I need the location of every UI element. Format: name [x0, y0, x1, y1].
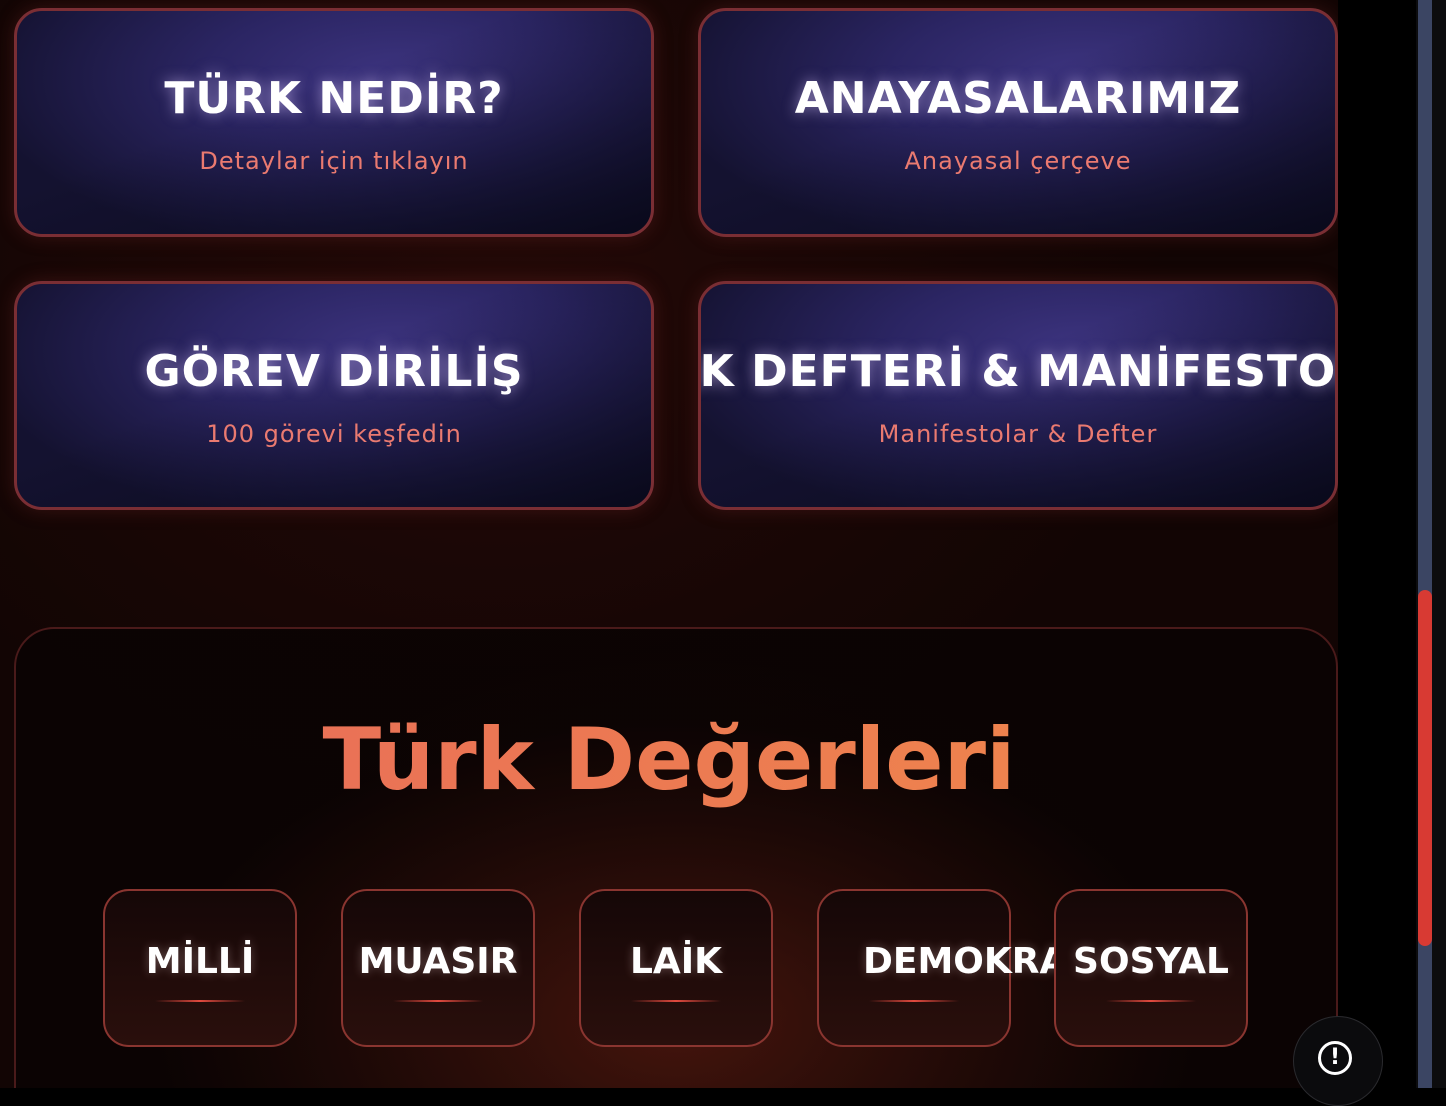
card-manifestolar[interactable]: ALK DEFTERİ & MANİFESTOLA Manifestolar &…	[698, 281, 1338, 510]
page-background: TÜRK NEDİR? Detaylar için tıklayın ANAYA…	[0, 0, 1338, 1088]
card-gorev-dirilis[interactable]: GÖREV DİRİLİŞ 100 görevi keşfedin	[14, 281, 654, 510]
card-turk-nedir[interactable]: TÜRK NEDİR? Detaylar için tıklayın	[14, 8, 654, 237]
right-gutter	[1338, 0, 1416, 1088]
value-card-laik[interactable]: LAİK	[579, 889, 773, 1047]
card-subtitle: Anayasal çerçeve	[904, 147, 1132, 175]
value-label: SOSYAL	[1073, 941, 1229, 982]
card-subtitle: Manifestolar & Defter	[878, 420, 1158, 448]
card-title: GÖREV DİRİLİŞ	[144, 346, 524, 397]
value-label: MİLLİ	[145, 941, 255, 982]
value-card-muasir[interactable]: MUASIR	[341, 889, 535, 1047]
value-label: LAİK	[629, 941, 723, 982]
value-underline	[393, 1000, 483, 1002]
value-card-demokratik[interactable]: DEMOKRATİK	[817, 889, 1130, 1047]
value-underline	[155, 1000, 245, 1002]
value-label: MUASIR	[358, 941, 518, 982]
values-title: Türk Değerleri	[0, 710, 1338, 810]
scrollbar-thumb[interactable]	[1418, 590, 1432, 946]
card-title: TÜRK NEDİR?	[164, 73, 504, 124]
card-title-text: ALK DEFTERİ & MANİFESTOLA	[699, 346, 1337, 397]
exclamation-circle-icon: !	[1318, 1041, 1352, 1075]
value-card-milli[interactable]: MİLLİ	[103, 889, 297, 1047]
card-title: ALK DEFTERİ & MANİFESTOLA	[701, 346, 1335, 397]
card-anayasalarimiz[interactable]: ANAYASALARIMIZ Anayasal çerçeve	[698, 8, 1338, 237]
card-subtitle: Detaylar için tıklayın	[199, 147, 469, 175]
card-title: ANAYASALARIMIZ	[794, 73, 1242, 124]
value-underline	[869, 1000, 959, 1002]
card-subtitle: 100 görevi keşfedin	[206, 420, 462, 448]
alert-button[interactable]: !	[1293, 1016, 1383, 1106]
value-card-sosyal[interactable]: SOSYAL	[1054, 889, 1248, 1047]
value-underline	[631, 1000, 721, 1002]
value-underline	[1106, 1000, 1196, 1002]
